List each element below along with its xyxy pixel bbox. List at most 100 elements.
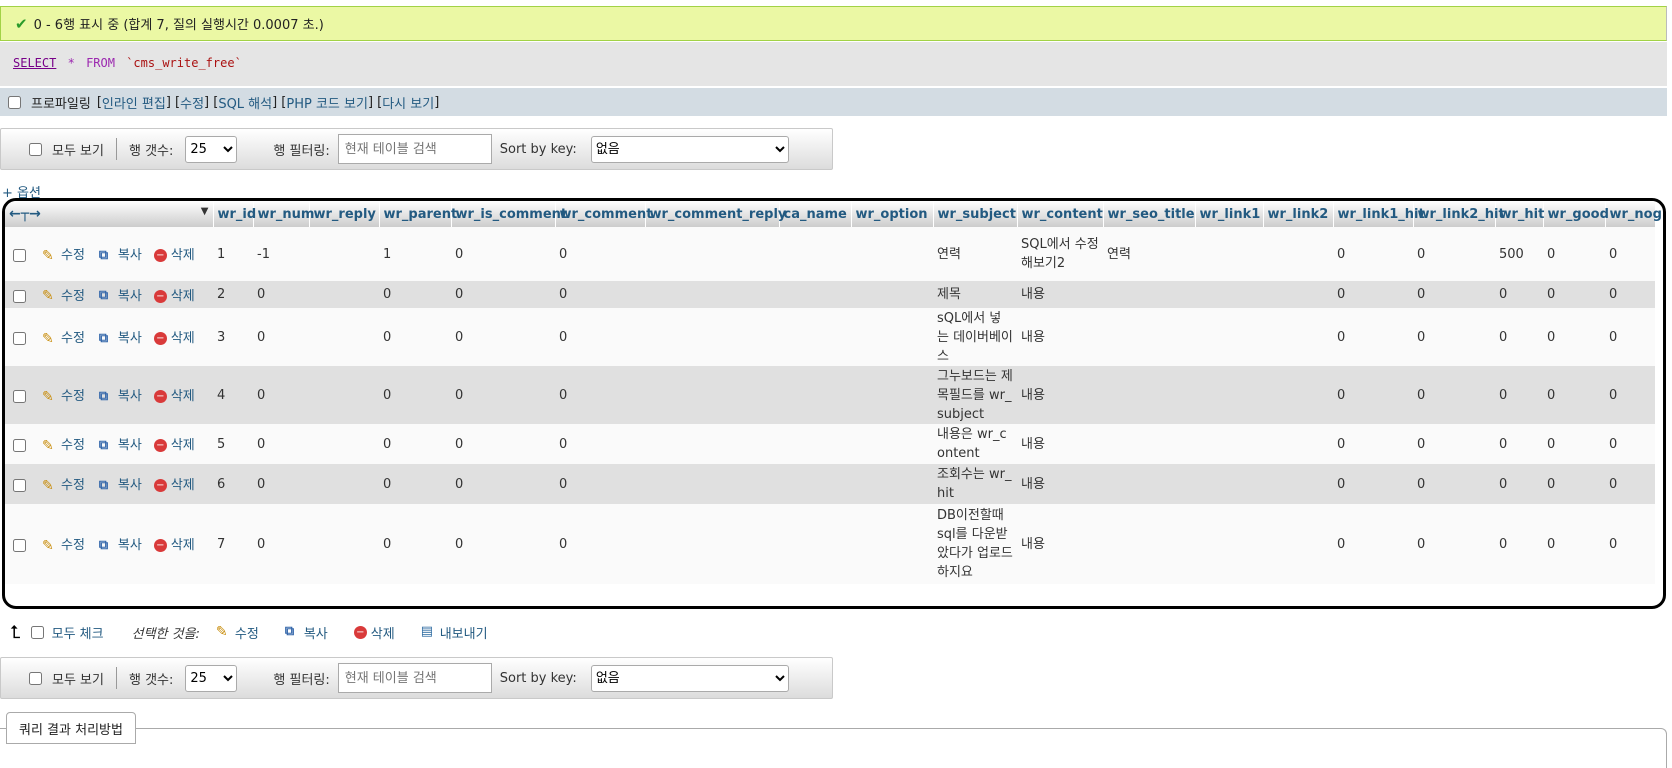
cell-wr-nog[interactable]: 0 <box>1605 281 1655 308</box>
row-edit-button[interactable]: ✎ 수정 <box>42 288 85 304</box>
sort-by-key-select[interactable]: 없음 <box>590 135 789 163</box>
cell-wr-content[interactable]: 내용 <box>1017 308 1103 366</box>
row-filter-input[interactable] <box>337 134 492 164</box>
cell-wr-parent[interactable]: 0 <box>379 464 451 504</box>
header-actions[interactable]: ←┬→ ▼ <box>5 201 214 227</box>
column-header-wr-is-comment[interactable]: wr_is_comment <box>451 201 567 227</box>
column-header-wr-option[interactable]: wr_option <box>851 201 934 227</box>
row-copy-button[interactable]: ⧉ 복사 <box>99 331 142 347</box>
cell-wr-nog[interactable]: 0 <box>1605 464 1655 504</box>
cell-wr-link1[interactable] <box>1195 504 1263 584</box>
cell-wr-link1[interactable] <box>1195 366 1263 424</box>
sort-by-key-select-bottom[interactable]: 없음 <box>590 664 789 692</box>
cell-wr-comment-reply[interactable] <box>645 308 779 366</box>
cell-wr-seo-title[interactable] <box>1103 424 1195 464</box>
cell-wr-link1[interactable] <box>1195 281 1263 308</box>
check-all-label[interactable]: 모두 체크 <box>52 623 104 642</box>
cell-wr-subject[interactable]: sQL에서 넣는 데이버베이스 <box>933 308 1017 366</box>
cell-ca-name[interactable] <box>779 281 851 308</box>
cell-wr-id[interactable]: 4 <box>213 366 253 424</box>
cell-wr-link1[interactable] <box>1195 227 1263 281</box>
cell-wr-nog[interactable]: 0 <box>1605 227 1655 281</box>
refresh-link[interactable]: 다시 보기 <box>382 93 434 112</box>
row-delete-button[interactable]: − 삭제 <box>153 438 195 453</box>
cell-wr-option[interactable] <box>851 366 933 424</box>
cell-wr-hit[interactable]: 0 <box>1495 308 1543 366</box>
inline-edit-link[interactable]: 인라인 편집 <box>102 93 166 112</box>
row-copy-button[interactable]: ⧉ 복사 <box>99 438 142 454</box>
column-header-wr-hit[interactable]: wr_hit <box>1495 201 1544 227</box>
cell-wr-link2[interactable] <box>1263 308 1333 366</box>
cell-ca-name[interactable] <box>779 308 851 366</box>
cell-wr-comment-reply[interactable] <box>645 366 779 424</box>
cell-wr-num[interactable]: 0 <box>253 504 309 584</box>
cell-wr-link1-hit[interactable]: 0 <box>1333 308 1413 366</box>
cell-wr-good[interactable]: 0 <box>1543 464 1605 504</box>
row-edit-button[interactable]: ✎ 수정 <box>42 478 85 494</box>
cell-wr-hit[interactable]: 0 <box>1495 504 1543 584</box>
cell-wr-link1-hit[interactable]: 0 <box>1333 366 1413 424</box>
cell-wr-num[interactable]: 0 <box>253 308 309 366</box>
cell-wr-seo-title[interactable] <box>1103 366 1195 424</box>
cell-wr-link1-hit[interactable]: 0 <box>1333 504 1413 584</box>
column-header-wr-link2[interactable]: wr_link2 <box>1263 201 1334 227</box>
cell-wr-option[interactable] <box>851 227 933 281</box>
cell-wr-link2-hit[interactable]: 0 <box>1413 308 1495 366</box>
row-checkbox[interactable] <box>13 249 26 263</box>
cell-wr-link2[interactable] <box>1263 464 1333 504</box>
cell-wr-subject[interactable]: 그누보드는 제목필드를 wr_subject <box>933 366 1017 424</box>
row-checkbox[interactable] <box>13 539 26 553</box>
cell-wr-link1-hit[interactable]: 0 <box>1333 464 1413 504</box>
row-checkbox[interactable] <box>13 439 26 453</box>
cell-wr-link2[interactable] <box>1263 504 1333 584</box>
cell-wr-seo-title[interactable] <box>1103 504 1195 584</box>
check-all-checkbox[interactable] <box>30 625 44 639</box>
cell-wr-subject[interactable]: DB이전할때 sql를 다운받았다가 업로드하지요 <box>933 504 1017 584</box>
cell-wr-reply[interactable] <box>309 227 379 281</box>
cell-ca-name[interactable] <box>779 366 851 424</box>
cell-wr-nog[interactable]: 0 <box>1605 504 1655 584</box>
row-count-select[interactable]: 25 <box>185 135 238 163</box>
cell-wr-seo-title[interactable] <box>1103 464 1195 504</box>
row-checkbox[interactable] <box>13 332 26 346</box>
cell-wr-id[interactable]: 7 <box>213 504 253 584</box>
query-results-operations-tab[interactable]: 쿼리 결과 처리방법 <box>6 712 136 744</box>
cell-wr-comment[interactable]: 0 <box>555 464 645 504</box>
cell-wr-link2-hit[interactable]: 0 <box>1413 424 1495 464</box>
cell-wr-comment[interactable]: 0 <box>555 504 645 584</box>
cell-wr-good[interactable]: 0 <box>1543 227 1605 281</box>
column-header-wr-link1-hit[interactable]: wr_link1_hit <box>1333 201 1425 227</box>
cell-wr-reply[interactable] <box>309 504 379 584</box>
cell-wr-good[interactable]: 0 <box>1543 308 1605 366</box>
cell-wr-option[interactable] <box>851 504 933 584</box>
cell-wr-good[interactable]: 0 <box>1543 424 1605 464</box>
cell-wr-hit[interactable]: 0 <box>1495 281 1543 308</box>
sql-keyword-select[interactable]: SELECT <box>13 56 56 70</box>
cell-wr-nog[interactable]: 0 <box>1605 424 1655 464</box>
cell-wr-parent[interactable]: 1 <box>379 227 451 281</box>
cell-wr-link2-hit[interactable]: 0 <box>1413 464 1495 504</box>
cell-wr-comment[interactable]: 0 <box>555 308 645 366</box>
cell-wr-num[interactable]: 0 <box>253 424 309 464</box>
column-header-wr-seo-title[interactable]: wr_seo_title <box>1103 201 1196 227</box>
row-delete-button[interactable]: − 삭제 <box>153 289 195 304</box>
row-edit-button[interactable]: ✎ 수정 <box>42 331 85 347</box>
cell-wr-num[interactable]: 0 <box>253 464 309 504</box>
cell-wr-id[interactable]: 5 <box>213 424 253 464</box>
cell-wr-num[interactable]: -1 <box>253 227 309 281</box>
bulk-copy-button[interactable]: ⧉ 복사 <box>285 623 328 642</box>
cell-wr-num[interactable]: 0 <box>253 366 309 424</box>
cell-wr-option[interactable] <box>851 308 933 366</box>
cell-wr-is-comment[interactable]: 0 <box>451 424 555 464</box>
cell-wr-reply[interactable] <box>309 424 379 464</box>
column-header-wr-content[interactable]: wr_content <box>1017 201 1104 227</box>
row-copy-button[interactable]: ⧉ 복사 <box>99 538 142 554</box>
row-checkbox[interactable] <box>13 390 26 404</box>
cell-ca-name[interactable] <box>779 504 851 584</box>
cell-wr-reply[interactable] <box>309 366 379 424</box>
cell-wr-link2-hit[interactable]: 0 <box>1413 227 1495 281</box>
cell-wr-option[interactable] <box>851 464 933 504</box>
cell-wr-parent[interactable]: 0 <box>379 308 451 366</box>
cell-wr-content[interactable]: 내용 <box>1017 366 1103 424</box>
row-delete-button[interactable]: − 삭제 <box>153 478 195 493</box>
